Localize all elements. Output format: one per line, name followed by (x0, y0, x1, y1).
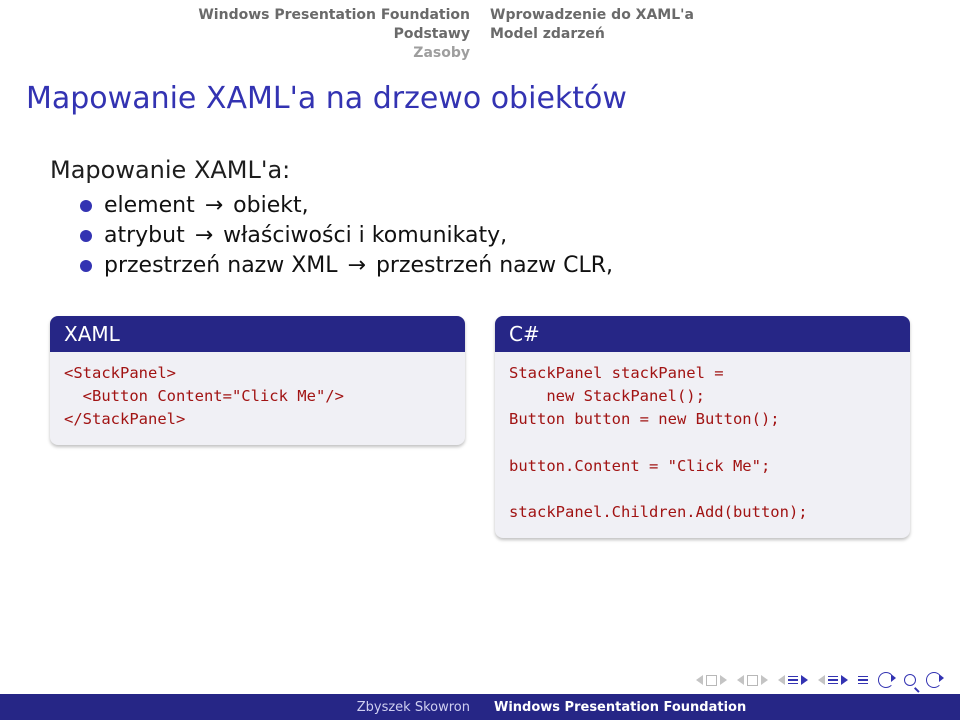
bullet-rhs: obiekt, (233, 193, 308, 218)
square-icon (747, 675, 758, 686)
nav-prev-section[interactable] (778, 675, 808, 685)
code-block-xaml: XAML <StackPanel> <Button Content="Click… (50, 316, 465, 446)
header-right-line: Model zdarzeń (490, 25, 694, 44)
header-left-line: Zasoby (0, 44, 470, 63)
bullet-icon (80, 260, 92, 272)
code-block-csharp: C# StackPanel stackPanel = new StackPane… (495, 316, 910, 539)
triangle-left-icon (778, 675, 785, 685)
list-item: atrybut → właściwości i komunikaty, (80, 222, 910, 248)
square-icon (706, 675, 717, 686)
code-block-body: <StackPanel> <Button Content="Click Me"/… (50, 352, 465, 446)
section-subtitle: Mapowanie XAML'a: (50, 156, 910, 184)
code-block-body: StackPanel stackPanel = new StackPanel()… (495, 352, 910, 539)
header-right: Wprowadzenie do XAML'a Model zdarzeń (480, 6, 694, 44)
bullet-lhs: atrybut (104, 223, 185, 248)
triangle-right-icon (801, 675, 808, 685)
code-block-title: XAML (50, 316, 465, 352)
header-left: Windows Presentation Foundation Podstawy… (0, 6, 480, 63)
bullet-rhs: właściwości i komunikaty, (223, 223, 507, 248)
slide-footer: Zbyszek Skowron Windows Presentation Fou… (0, 694, 960, 720)
outline-icon[interactable] (858, 676, 868, 685)
code-columns: XAML <StackPanel> <Button Content="Click… (50, 316, 910, 539)
triangle-right-icon (720, 675, 727, 685)
nav-prev-slide[interactable] (696, 675, 727, 686)
header-left-line: Windows Presentation Foundation (0, 6, 470, 25)
arrow-icon: → (202, 193, 226, 218)
column-left: XAML <StackPanel> <Button Content="Click… (50, 316, 465, 446)
triangle-left-icon (818, 675, 825, 685)
arrow-icon: → (345, 253, 369, 278)
bullet-lhs: element (104, 193, 195, 218)
list-item: element → obiekt, (80, 192, 910, 218)
list-item: przestrzeń nazw XML → przestrzeń nazw CL… (80, 252, 910, 278)
beamer-nav (696, 672, 942, 688)
triangle-right-icon (761, 675, 768, 685)
footer-talk: Windows Presentation Foundation (482, 700, 746, 715)
header-right-line: Wprowadzenie do XAML'a (490, 6, 694, 25)
lines-icon (828, 676, 838, 685)
header-left-line: Podstawy (0, 25, 470, 44)
bullet-icon (80, 230, 92, 242)
reload-icon[interactable] (926, 672, 942, 688)
search-icon[interactable] (904, 674, 916, 686)
code-block-title: C# (495, 316, 910, 352)
bullet-rhs: przestrzeń nazw CLR, (376, 253, 613, 278)
slide-body: Mapowanie XAML'a: element → obiekt, atry… (0, 156, 960, 539)
bullet-list: element → obiekt, atrybut → właściwości … (80, 192, 910, 278)
bullet-icon (80, 200, 92, 212)
column-right: C# StackPanel stackPanel = new StackPane… (495, 316, 910, 539)
bullet-lhs: przestrzeń nazw XML (104, 253, 338, 278)
nav-prev-frame[interactable] (737, 675, 768, 686)
slide-header: Windows Presentation Foundation Podstawy… (0, 0, 960, 63)
triangle-left-icon (737, 675, 744, 685)
nav-next-section[interactable] (818, 675, 848, 685)
arrow-icon: → (192, 223, 216, 248)
slide-title: Mapowanie XAML'a na drzewo obiektów (0, 63, 960, 156)
loop-icon[interactable] (878, 672, 894, 688)
triangle-right-icon (841, 675, 848, 685)
lines-icon (788, 676, 798, 685)
footer-author: Zbyszek Skowron (0, 700, 482, 715)
triangle-left-icon (696, 675, 703, 685)
